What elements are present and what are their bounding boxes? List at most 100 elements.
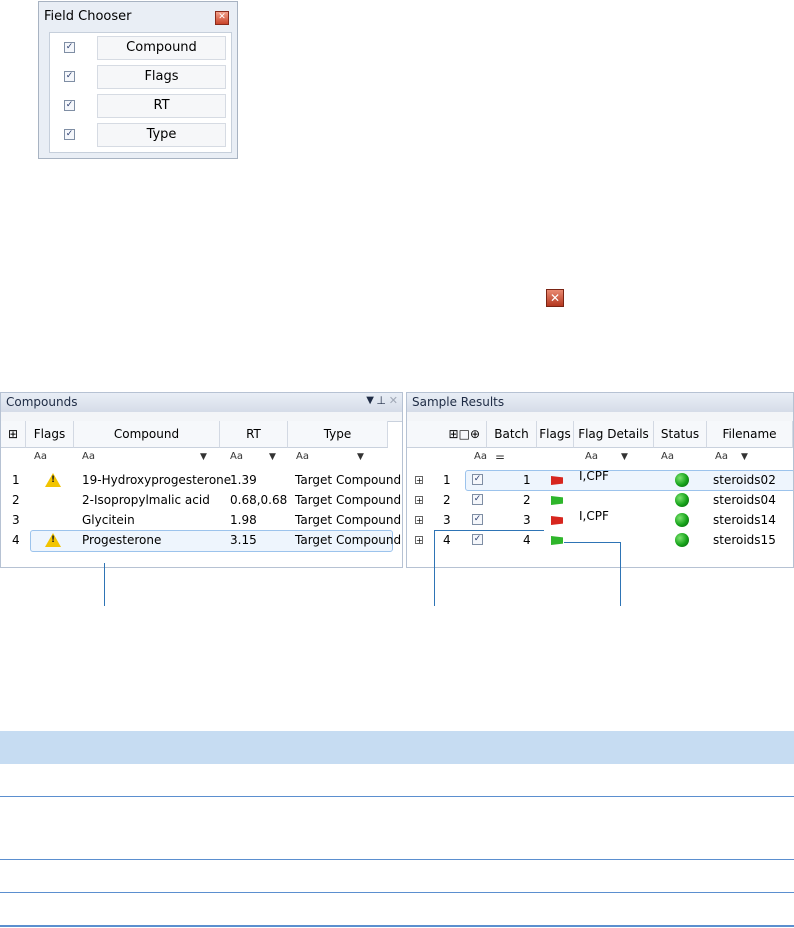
column-header-flags[interactable]: Flags (537, 421, 574, 448)
batch-value: 2 (523, 493, 531, 507)
green-flag-icon (551, 496, 563, 505)
checkbox[interactable]: ✓ (472, 514, 483, 525)
row-number: 3 (443, 513, 451, 527)
type-value: Target Compound (295, 493, 402, 507)
callout-line (434, 530, 544, 531)
checkbox[interactable]: ✓ (64, 71, 75, 82)
table-divider (0, 925, 794, 927)
checkbox[interactable]: ✓ (64, 100, 75, 111)
flag-details: I,CPF (579, 509, 609, 523)
chevron-down-icon[interactable]: ▼ (357, 448, 364, 466)
table-row[interactable]: 3 Glycitein 1.98 Target Compound (1, 510, 402, 530)
column-header-compound[interactable]: Compound (74, 421, 220, 448)
checkbox[interactable]: ✓ (472, 494, 483, 505)
dropdown-icon[interactable]: ▼ (366, 395, 374, 406)
status-ok-icon (675, 493, 689, 507)
row-number: 4 (443, 533, 451, 547)
column-chooser-icon[interactable]: ⊞ (1, 421, 26, 448)
filter-operator[interactable]: Aa (230, 448, 243, 466)
filter-operator[interactable]: Aa (661, 448, 674, 466)
table-row[interactable]: + 1 ✓ 1 I,CPF steroids02 (407, 469, 793, 491)
chevron-down-icon[interactable]: ▼ (269, 448, 276, 466)
expand-icon[interactable]: + (415, 476, 423, 485)
batch-value: 3 (523, 513, 531, 527)
field-item-flags[interactable]: ✓ Flags (50, 63, 231, 92)
close-icon[interactable]: ✕ (389, 394, 398, 407)
chevron-down-icon[interactable]: ▼ (741, 448, 748, 466)
close-icon[interactable]: ✕ (215, 11, 229, 25)
rt-value: 3.15 (230, 533, 257, 547)
flag-details: I,CPF (579, 469, 609, 483)
column-header-flags[interactable]: Flags (26, 421, 74, 448)
callout-line (564, 542, 621, 543)
filter-operator[interactable]: Aa (715, 448, 728, 466)
column-chooser-icon[interactable]: ⊞□⊕ (407, 421, 487, 448)
checkbox[interactable]: ✓ (472, 474, 483, 485)
field-chooser-window: Field Chooser ✕ ✓ Compound ✓ Flags ✓ RT … (38, 1, 238, 159)
filter-operator[interactable]: Aa (474, 448, 487, 466)
field-chooser-title: Field Chooser (44, 9, 132, 24)
expand-icon[interactable]: + (415, 536, 423, 545)
compound-name: Glycitein (82, 513, 135, 527)
table-row[interactable]: 2 2-Isopropylmalic acid 0.68,0.68 Target… (1, 490, 402, 510)
status-ok-icon (675, 533, 689, 547)
compound-name: 19-Hydroxyprogesterone (82, 473, 232, 487)
type-value: Target Compound (295, 513, 402, 527)
status-ok-icon (675, 473, 689, 487)
table-divider (0, 859, 794, 860)
column-header-flag-details[interactable]: Flag Details (574, 421, 654, 448)
table-row[interactable]: + 3 ✓ 3 I,CPF steroids14 (407, 509, 793, 530)
column-header-type[interactable]: Type (288, 421, 388, 448)
callout-line (620, 542, 621, 606)
column-header-batch[interactable]: Batch (487, 421, 537, 448)
row-number: 2 (443, 493, 451, 507)
pin-icon[interactable]: ⊥ (376, 394, 386, 407)
field-item-type[interactable]: ✓ Type (50, 121, 231, 150)
filename: steroids04 (713, 493, 776, 507)
field-button-type[interactable]: Type (97, 123, 226, 147)
checkbox[interactable]: ✓ (472, 534, 483, 545)
column-header-status[interactable]: Status (654, 421, 707, 448)
rt-value: 1.39 (230, 473, 257, 487)
batch-value: 1 (523, 473, 531, 487)
filename: steroids14 (713, 513, 776, 527)
callout-line (104, 563, 105, 606)
field-list: ✓ Compound ✓ Flags ✓ RT ✓ Type (49, 32, 232, 153)
filter-operator[interactable]: Aa (585, 448, 598, 466)
column-header-rt[interactable]: RT (220, 421, 288, 448)
table-row[interactable]: 1 ! 19-Hydroxyprogesterone 1.39 Target C… (1, 470, 402, 490)
compounds-panel: Compounds ▼ ⊥ ✕ ⊞ Flags Compound RT Type… (0, 392, 403, 568)
warning-icon: ! (45, 533, 61, 547)
close-icon[interactable]: ✕ (546, 289, 564, 307)
expand-icon[interactable]: + (415, 496, 423, 505)
checkbox[interactable]: ✓ (64, 129, 75, 140)
field-item-compound[interactable]: ✓ Compound (50, 34, 231, 63)
chevron-down-icon[interactable]: ▼ (621, 448, 628, 466)
filter-operator[interactable]: Aa (296, 448, 309, 466)
field-button-rt[interactable]: RT (97, 94, 226, 118)
panel-title: Compounds (1, 393, 402, 412)
table-row[interactable]: + 4 ✓ 4 steroids15 (407, 530, 793, 550)
chevron-down-icon[interactable]: ▼ (200, 448, 207, 466)
field-button-flags[interactable]: Flags (97, 65, 226, 89)
row-number: 1 (443, 473, 451, 487)
filename: steroids15 (713, 533, 776, 547)
column-header-filename[interactable]: Filename (707, 421, 793, 448)
checkbox[interactable]: ✓ (64, 42, 75, 53)
expand-icon[interactable]: + (415, 516, 423, 525)
warning-icon: ! (45, 473, 61, 487)
filter-operator[interactable]: Aa (82, 448, 95, 466)
panel-title: Sample Results (407, 393, 793, 412)
type-value: Target Compound (295, 533, 402, 547)
rt-value: 1.98 (230, 513, 257, 527)
table-row-selected[interactable]: 4 ! Progesterone 3.15 Target Compound (1, 530, 402, 552)
compound-name: 2-Isopropylmalic acid (82, 493, 210, 507)
filter-operator[interactable]: = (495, 448, 505, 466)
field-button-compound[interactable]: Compound (97, 36, 226, 60)
row-number: 4 (12, 533, 20, 547)
callout-line (434, 530, 435, 606)
table-header-row (0, 731, 794, 764)
field-item-rt[interactable]: ✓ RT (50, 92, 231, 121)
red-flag-icon (551, 476, 563, 485)
filter-operator[interactable]: Aa (34, 448, 47, 466)
